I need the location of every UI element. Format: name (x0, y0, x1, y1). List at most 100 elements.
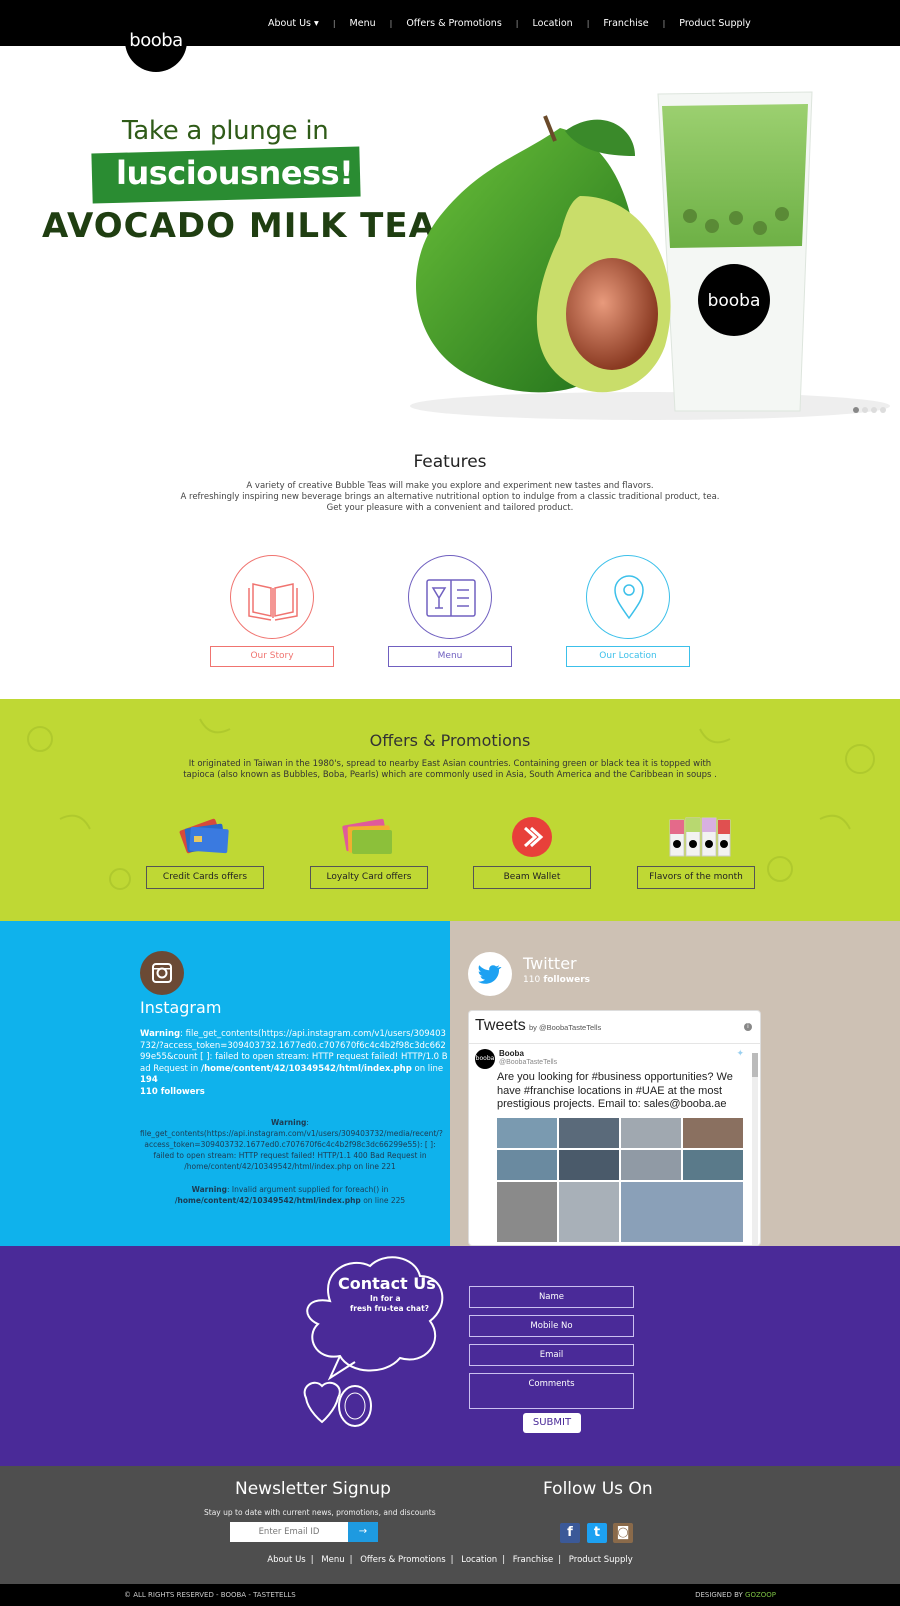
slider-dot[interactable] (853, 407, 859, 413)
submit-button[interactable]: SUBMIT (523, 1413, 581, 1433)
instagram-media-warning: Warning: file_get_contents(https://api.i… (140, 1117, 443, 1206)
designed-by-label: DESIGNED BY (695, 1591, 746, 1599)
tweet-image (497, 1118, 557, 1148)
mobile-field[interactable]: Mobile No (469, 1315, 634, 1337)
booba-logo[interactable]: booba (125, 10, 187, 72)
name-field[interactable]: Name (469, 1286, 634, 1308)
tweet-handle[interactable]: @BoobaTasteTells (499, 1059, 557, 1066)
tweet-author[interactable]: Booba (499, 1049, 524, 1058)
warning-line: on line 225 (360, 1196, 406, 1205)
nav-about-us-label: About Us (268, 17, 312, 29)
instagram-icon[interactable] (140, 951, 184, 995)
our-story-button[interactable]: Our Story (210, 646, 334, 667)
tweet-image (683, 1118, 743, 1148)
designer-link[interactable]: GOZOOP (745, 1591, 776, 1599)
warning-path: /home/content/42/10349542/html/index.php (201, 1063, 412, 1074)
flavors-of-the-month-button[interactable]: Flavors of the month (637, 866, 755, 889)
footer-link-menu[interactable]: Menu (316, 1555, 349, 1565)
tweet-image (621, 1150, 681, 1180)
facebook-icon[interactable]: f (560, 1523, 580, 1543)
slider-dot[interactable] (862, 407, 868, 413)
twitter-followers: 110 followers (523, 975, 590, 985)
email-field[interactable]: Email (469, 1344, 634, 1366)
tweets-widget-by[interactable]: by @BoobaTasteTells (529, 1023, 601, 1032)
nav-location[interactable]: Location (519, 18, 587, 29)
tweet-image-grid[interactable] (497, 1118, 743, 1242)
nav-product-supply[interactable]: Product Supply (665, 18, 764, 29)
avocado-milk-tea-image: booba (410, 91, 890, 420)
instagram-followers-label: followers (157, 1086, 205, 1097)
features-desc-line: A refreshingly inspiring new beverage br… (180, 492, 720, 502)
nav-menu-link[interactable]: Menu (336, 18, 390, 29)
instagram-social-icon[interactable]: ◙ (613, 1523, 633, 1543)
warning-line: 194 (140, 1075, 158, 1085)
nav-about-us[interactable]: About Us ▾ (260, 18, 333, 29)
scrollbar-thumb[interactable] (752, 1053, 758, 1077)
loyalty-card-offers-button[interactable]: Loyalty Card offers (310, 866, 428, 889)
features-description: A variety of creative Bubble Teas will m… (0, 481, 900, 514)
contact-title: Contact Us (338, 1274, 436, 1293)
features-title: Features (413, 452, 487, 472)
tweet-image (683, 1150, 743, 1180)
slider-dot[interactable] (880, 407, 886, 413)
footer-link-location[interactable]: Location (456, 1555, 502, 1565)
nav-menu: About Us ▾ | Menu | Offers & Promotions … (260, 0, 765, 46)
menu-button[interactable]: Menu (388, 646, 512, 667)
offers-desc-line: tapioca (also known as Bubbles, Boba, Pe… (183, 770, 717, 780)
newsletter-submit-button[interactable]: → (348, 1522, 378, 1542)
tweet-image (559, 1182, 619, 1242)
our-story-circle[interactable] (230, 555, 314, 639)
footer-link-about[interactable]: About Us (262, 1555, 310, 1565)
contact-subtitle-2: fresh fru-tea chat? (350, 1304, 430, 1313)
twitter-social-icon[interactable]: t (587, 1523, 607, 1543)
hero-headline-2: lusciousness! (116, 154, 354, 192)
scrollbar[interactable] (752, 1053, 758, 1245)
twitter-followers-label: followers (540, 975, 590, 985)
credit-cards-offers-button[interactable]: Credit Cards offers (146, 866, 264, 889)
nav-franchise[interactable]: Franchise (589, 18, 662, 29)
contact-subtitle-1: In for a (370, 1294, 401, 1303)
twitter-icon[interactable] (468, 952, 512, 996)
beam-wallet-button[interactable]: Beam Wallet (473, 866, 591, 889)
follow-us-title: Follow Us On (543, 1479, 653, 1499)
comments-field[interactable]: Comments (469, 1373, 634, 1409)
features-desc-line: A variety of creative Bubble Teas will m… (246, 481, 654, 491)
slider-dot[interactable] (871, 407, 877, 413)
instagram-followers-count: 110 (140, 1086, 158, 1097)
warning-label: Warning (191, 1185, 227, 1194)
map-pin-icon (614, 575, 644, 620)
tweet-image (559, 1118, 619, 1148)
warning-label: Warning (271, 1118, 307, 1127)
tweet-image (621, 1118, 681, 1148)
our-location-button[interactable]: Our Location (566, 646, 690, 667)
avatar[interactable]: booba (475, 1049, 495, 1069)
tweet-text: Are you looking for #business opportunit… (497, 1071, 733, 1110)
footer-link-product-supply[interactable]: Product Supply (564, 1555, 638, 1565)
beam-wallet-icon (512, 817, 552, 857)
twitter-followers-count: 110 (523, 975, 541, 985)
twitter-bird-icon: ✦ (736, 1049, 744, 1059)
open-book-icon (248, 583, 298, 621)
footer-link-franchise[interactable]: Franchise (508, 1555, 558, 1565)
tweets-widget[interactable]: Tweets by @BoobaTasteTells i booba Booba… (468, 1010, 761, 1246)
tweet-image (497, 1182, 557, 1242)
tweet-image (559, 1150, 619, 1180)
contact-section: Contact Us In for a fresh fru-tea chat? (0, 1246, 900, 1466)
nav-offers[interactable]: Offers & Promotions (392, 18, 515, 29)
caret-down-icon: ▾ (314, 17, 319, 29)
our-location-circle[interactable] (586, 555, 670, 639)
newsletter-subtitle: Stay up to date with current news, promo… (204, 1508, 436, 1517)
offers-desc-line: It originated in Taiwan in the 1980's, s… (188, 759, 712, 769)
credit-cards-icon (179, 818, 229, 854)
info-icon[interactable]: i (744, 1023, 752, 1031)
newsletter-email-input[interactable]: Enter Email ID (230, 1522, 348, 1542)
slider-dots (853, 407, 886, 413)
designed-by: DESIGNED BY GOZOOP (695, 1591, 776, 1599)
offers-title: Offers & Promotions (369, 731, 531, 750)
hero-headline-1: Take a plunge in (122, 116, 329, 146)
footer-link-offers[interactable]: Offers & Promotions (355, 1555, 450, 1565)
flavor-cups-icon (669, 817, 731, 857)
menu-circle[interactable] (408, 555, 492, 639)
footer-links: About Us | Menu | Offers & Promotions | Loc… (0, 1555, 900, 1565)
twitter-title: Twitter (523, 954, 577, 973)
